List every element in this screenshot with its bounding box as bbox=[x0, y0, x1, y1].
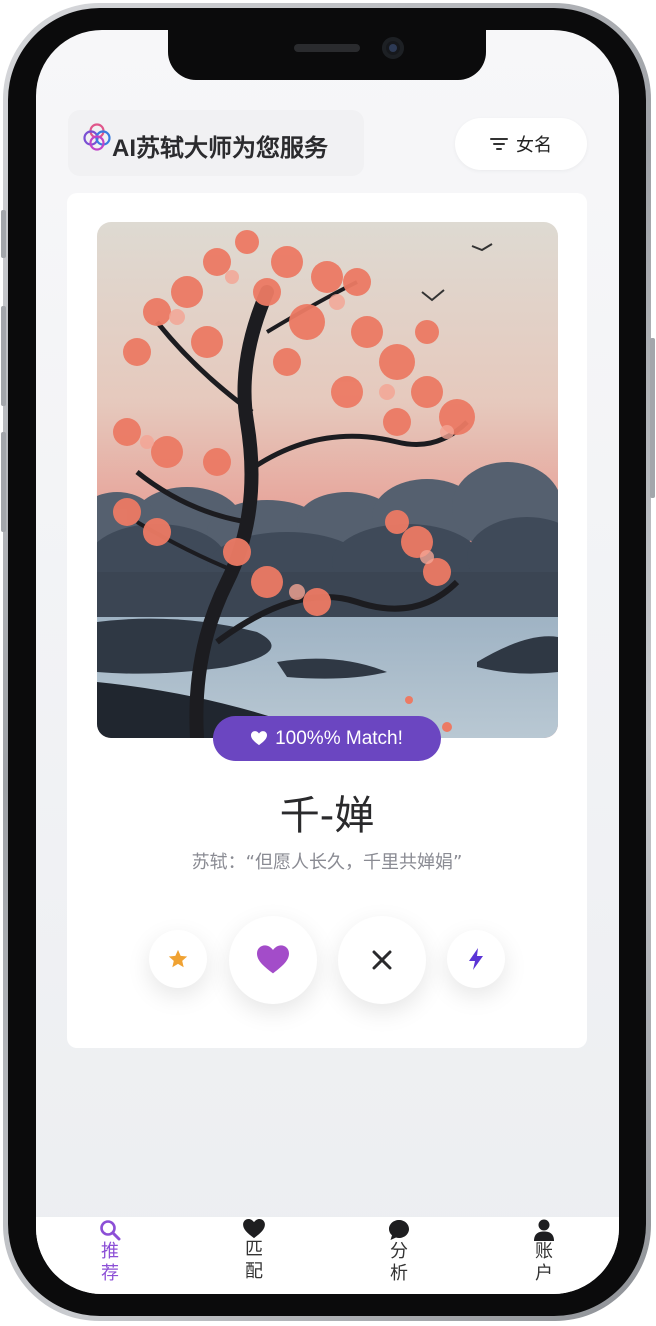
front-camera bbox=[382, 37, 404, 59]
card-illustration bbox=[97, 222, 558, 738]
bottom-tab-bar: 推荐 匹配 分析 账户 bbox=[36, 1216, 619, 1294]
tab-account[interactable]: 账户 bbox=[524, 1219, 564, 1285]
suggested-name: 千-婵 bbox=[279, 793, 375, 839]
bolt-icon bbox=[469, 948, 483, 970]
tab-label: 分析 bbox=[390, 1241, 408, 1284]
name-card: 100%% Match! 千-婵 苏轼：“但愿人长久，千里共婵娟” bbox=[67, 193, 587, 1048]
gender-filter-button[interactable]: 女名 bbox=[455, 118, 587, 170]
side-button-volume-up bbox=[1, 306, 6, 406]
poem-quote: 苏轼：“但愿人长久，千里共婵娟” bbox=[191, 852, 463, 873]
search-icon bbox=[100, 1220, 121, 1241]
user-icon bbox=[534, 1219, 554, 1241]
app-title: AI苏轼大师为您服务 bbox=[112, 135, 328, 162]
side-button-volume-down bbox=[1, 432, 6, 532]
match-label: 100%% Match! bbox=[275, 727, 403, 749]
heart-icon bbox=[243, 1219, 265, 1239]
heart-icon bbox=[257, 945, 289, 974]
filter-icon bbox=[490, 138, 508, 150]
filter-label: 女名 bbox=[516, 135, 552, 155]
match-badge: 100%% Match! bbox=[213, 716, 441, 761]
clover-logo-icon bbox=[83, 123, 111, 151]
tab-match[interactable]: 匹配 bbox=[234, 1219, 274, 1283]
dislike-button[interactable] bbox=[338, 916, 426, 1004]
speaker-grille bbox=[294, 44, 360, 52]
boost-button[interactable] bbox=[447, 930, 505, 988]
tab-label: 匹配 bbox=[245, 1239, 263, 1282]
side-button-silent bbox=[1, 210, 6, 258]
close-icon bbox=[372, 950, 392, 970]
phone-notch bbox=[168, 30, 486, 80]
chat-bubble-icon bbox=[389, 1220, 409, 1240]
like-button[interactable] bbox=[229, 916, 317, 1004]
side-button-power bbox=[650, 338, 655, 498]
tab-label: 推荐 bbox=[101, 1241, 119, 1284]
tab-analysis[interactable]: 分析 bbox=[379, 1219, 419, 1285]
super-like-button[interactable] bbox=[149, 930, 207, 988]
blossom-tree-lake-painting bbox=[97, 222, 558, 738]
app-screen: AI苏轼大师为您服务 女名 100%% Match! 千-婵 苏轼：“但愿人长久… bbox=[36, 30, 619, 1294]
star-icon bbox=[168, 949, 188, 968]
app-brand: AI苏轼大师为您服务 bbox=[68, 110, 364, 176]
heart-icon bbox=[251, 731, 268, 746]
tab-label: 账户 bbox=[535, 1241, 553, 1284]
tab-recommend[interactable]: 推荐 bbox=[90, 1219, 130, 1285]
